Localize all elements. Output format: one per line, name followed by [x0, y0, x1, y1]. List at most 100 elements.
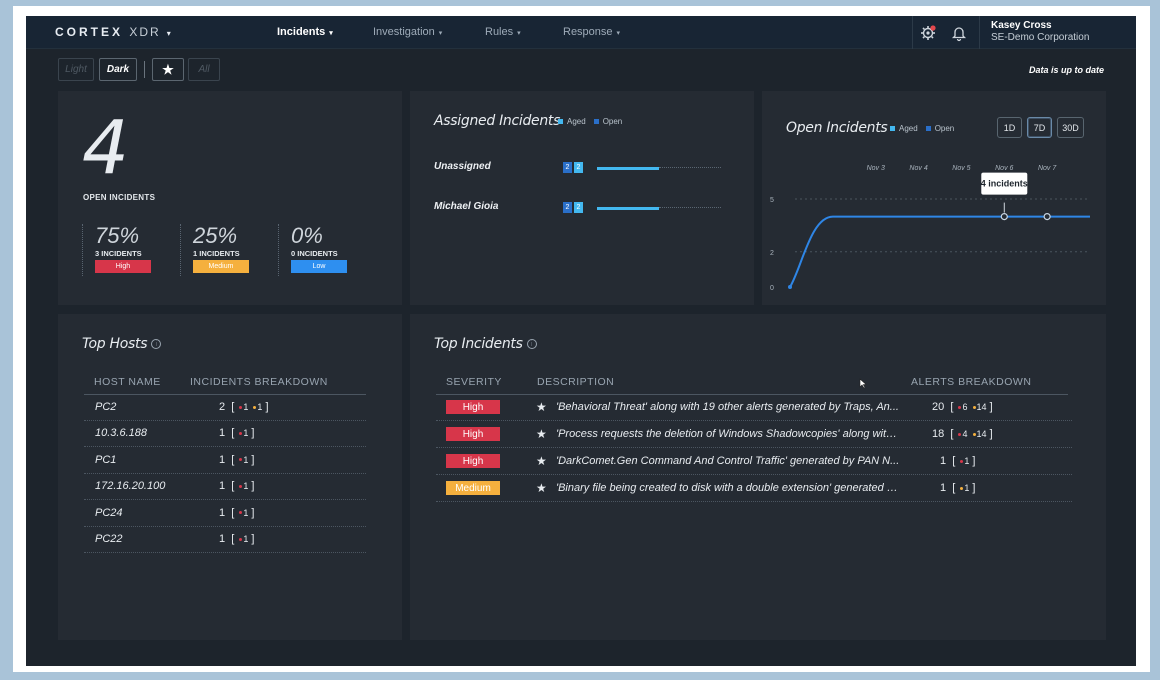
data-status: Data is up to date: [1028, 65, 1104, 75]
bell-icon[interactable]: [950, 24, 968, 42]
incidents-breakdown: 1 [ 1 ]: [219, 427, 255, 440]
incidents-breakdown: 2 [ 11 ]: [219, 401, 269, 413]
alerts-breakdown: 20 [ 6 14 ]: [932, 401, 993, 413]
high-dot-icon: [239, 484, 243, 488]
cortex-xdr-app: CORTEX XDR ▾ Incidents ▾ Investigation ▾ Ru…: [26, 16, 1136, 666]
panel-title-text: Top Hosts: [82, 336, 148, 352]
high-count: 1: [243, 507, 249, 518]
table-row[interactable]: PC2 2 [ 11 ]: [84, 395, 366, 421]
all-filter-button[interactable]: All: [188, 58, 220, 81]
severity-badge-high: High: [95, 260, 151, 273]
settings-alert-icon[interactable]: [919, 24, 937, 42]
aged-count-badge: 2: [574, 162, 583, 173]
host-name[interactable]: 10.3.6.188: [95, 427, 147, 439]
incident-description[interactable]: 'Binary file being created to disk with …: [556, 482, 901, 494]
medium-dot-icon: [960, 486, 964, 490]
column-header-severity[interactable]: SEVERITY: [446, 376, 502, 388]
y-tick-label: 0: [770, 285, 774, 292]
table-row[interactable]: PC22 1 [ 1 ]: [84, 527, 366, 553]
info-icon[interactable]: i: [151, 339, 162, 349]
high-dot-icon: [239, 458, 243, 462]
severity-count: 3 INCIDENTS: [95, 249, 142, 258]
table-row[interactable]: PC24 1 [ 1 ]: [84, 501, 366, 527]
table-row[interactable]: 172.16.20.100 1 [ 1 ]: [84, 474, 366, 501]
open-count-badge: 2: [563, 162, 572, 173]
assignee-bar-track: [659, 167, 721, 169]
medium-count: 1: [257, 402, 263, 412]
severity-tag: Medium: [446, 481, 500, 495]
open-count-badge: 2: [563, 202, 572, 213]
chevron-down-icon: ▾: [438, 30, 443, 37]
column-header-description[interactable]: DESCRIPTION: [537, 376, 614, 388]
high-count: 1: [964, 456, 970, 466]
star-icon[interactable]: ★: [536, 481, 547, 495]
host-name[interactable]: PC24: [95, 507, 123, 519]
table-row[interactable]: 10.3.6.188 1 [ 1 ]: [84, 421, 366, 448]
open-incidents-label: OPEN INCIDENTS: [83, 193, 156, 202]
host-name[interactable]: PC22: [95, 533, 123, 545]
chart-legend: Aged Open: [558, 117, 622, 126]
theme-light-toggle[interactable]: Light: [58, 58, 94, 81]
star-icon[interactable]: ★: [536, 427, 547, 441]
star-icon[interactable]: ★: [536, 454, 547, 468]
panel-title-text: Top Incidents: [434, 336, 523, 352]
assignee-bar: [597, 207, 659, 210]
nav-incidents[interactable]: Incidents ▾: [277, 26, 333, 38]
incident-description[interactable]: 'DarkComet.Gen Command And Control Traff…: [556, 455, 901, 467]
nav-response[interactable]: Response ▾: [563, 26, 620, 38]
top-incidents-panel: Top Incidents i SEVERITY DESCRIPTION ALER…: [410, 314, 1106, 640]
breakdown-total: 1: [219, 453, 226, 466]
open-incidents-summary-panel: 4 OPEN INCIDENTS 75% 3 INCIDENTS High 25…: [58, 91, 402, 305]
star-icon[interactable]: ★: [536, 400, 547, 414]
nav-investigation[interactable]: Investigation ▾: [373, 26, 442, 38]
data-point: [1043, 212, 1051, 221]
table-row[interactable]: High ★ 'DarkComet.Gen Command And Control …: [436, 449, 1072, 475]
divider: [912, 16, 913, 49]
table-row[interactable]: PC1 1 [ 1 ]: [84, 448, 366, 474]
nav-rules[interactable]: Rules ▾: [485, 26, 521, 38]
panel-title: Top Hosts i: [82, 336, 162, 352]
table-row[interactable]: Medium ★ 'Binary file being created to dis…: [436, 476, 1072, 502]
breakdown-total: 1: [219, 533, 226, 545]
product-logo[interactable]: CORTEX XDR ▾: [55, 25, 171, 39]
column-header-host[interactable]: HOST NAME: [94, 376, 161, 388]
medium-count: 14: [976, 402, 987, 412]
legend-swatch-open: [593, 119, 599, 124]
favorites-filter-button[interactable]: ★: [152, 58, 184, 81]
nav-label: Response: [563, 26, 613, 38]
high-count: 6: [962, 402, 968, 412]
chevron-down-icon: ▾: [166, 29, 171, 38]
host-name[interactable]: PC2: [95, 401, 116, 413]
severity-medium-stat[interactable]: 25% 1 INCIDENTS Medium: [180, 224, 260, 276]
x-tick-label: Nov 7: [1038, 165, 1057, 172]
high-count: 1: [243, 481, 249, 492]
chevron-down-icon: ▾: [329, 30, 333, 37]
table-row[interactable]: High ★ 'Behavioral Threat' along with 19 o…: [436, 395, 1072, 421]
high-count: 4: [962, 429, 968, 439]
incident-description[interactable]: 'Behavioral Threat' along with 19 other …: [556, 401, 901, 413]
severity-high-stat[interactable]: 75% 3 INCIDENTS High: [82, 224, 162, 276]
info-icon[interactable]: i: [526, 339, 537, 349]
star-icon: ★: [162, 61, 174, 77]
assignee-name[interactable]: Michael Gioia: [434, 201, 498, 212]
severity-low-stat[interactable]: 0% 0 INCIDENTS Low: [278, 224, 358, 276]
incident-description[interactable]: 'Process requests the deletion of Window…: [556, 428, 901, 440]
table-row[interactable]: High ★ 'Process requests the deletion of W…: [436, 422, 1072, 448]
host-name[interactable]: 172.16.20.100: [95, 480, 165, 492]
host-name[interactable]: PC1: [95, 454, 116, 466]
column-header-alerts[interactable]: ALERTS BREAKDOWN: [911, 376, 1031, 388]
tooltip-text: 4 incidents: [981, 179, 1028, 189]
theme-dark-toggle[interactable]: Dark: [99, 58, 137, 81]
user-name[interactable]: Kasey Cross: [991, 20, 1052, 31]
severity-badge-medium: Medium: [193, 260, 249, 273]
x-tick-label: Nov 4: [909, 165, 927, 172]
assignee-name[interactable]: Unassigned: [434, 161, 491, 172]
panel-title: Top Incidents i: [434, 336, 537, 352]
severity-badge-low: Low: [291, 260, 347, 273]
x-tick-label: Nov 5: [952, 165, 970, 172]
high-count: 1: [243, 534, 249, 544]
x-tick-label: Nov 6: [995, 165, 1013, 172]
column-header-breakdown[interactable]: INCIDENTS BREAKDOWN: [190, 376, 328, 388]
high-count: 1: [243, 402, 249, 412]
assigned-incidents-panel: Assigned Incidents Aged Open Unassigned …: [410, 91, 754, 305]
